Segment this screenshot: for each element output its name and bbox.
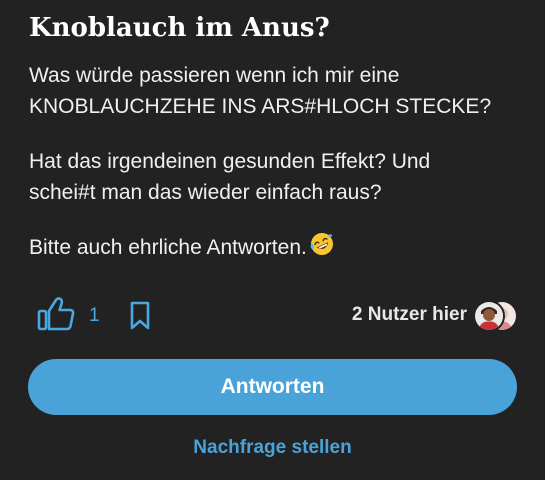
answer-button[interactable]: Antworten <box>28 359 517 415</box>
avatar <box>473 300 505 332</box>
bookmark-icon <box>129 301 151 335</box>
bookmark-button[interactable] <box>129 301 151 336</box>
paragraph-1-line-1: Was würde passieren wenn ich mir eine <box>29 64 400 87</box>
question-title: Knoblauch im Anus? <box>29 13 330 43</box>
paragraph-3-text: Bitte auch ehrliche Antworten. <box>29 236 307 259</box>
paragraph-2-line-1: Hat das irgendeinen gesunden Effekt? Und <box>29 150 431 173</box>
question-action-row: 1 2 Nutzer hier <box>0 296 545 336</box>
like-button[interactable]: 1 <box>36 296 100 337</box>
users-here-avatars[interactable] <box>473 300 519 332</box>
question-paragraph-3: Bitte auch ehrliche Antworten. <box>29 231 529 266</box>
like-count: 1 <box>89 305 100 326</box>
ask-followup-link[interactable]: Nachfrage stellen <box>0 437 545 459</box>
question-page: Knoblauch im Anus? Was würde passieren w… <box>0 0 545 480</box>
thumbs-up-icon <box>36 296 76 337</box>
users-here-label: 2 Nutzer hier <box>351 304 467 325</box>
question-paragraph-1: Was würde passieren wenn ich mir eine KN… <box>29 60 529 122</box>
paragraph-2-line-2: schei#t man das wieder einfach raus? <box>29 181 382 204</box>
question-paragraph-2: Hat das irgendeinen gesunden Effekt? Und… <box>29 146 529 208</box>
paragraph-1-line-2: KNOBLAUCHZEHE INS ARS#HLOCH STECKE? <box>29 95 492 118</box>
rolling-on-floor-laughing-emoji-icon <box>309 231 335 266</box>
